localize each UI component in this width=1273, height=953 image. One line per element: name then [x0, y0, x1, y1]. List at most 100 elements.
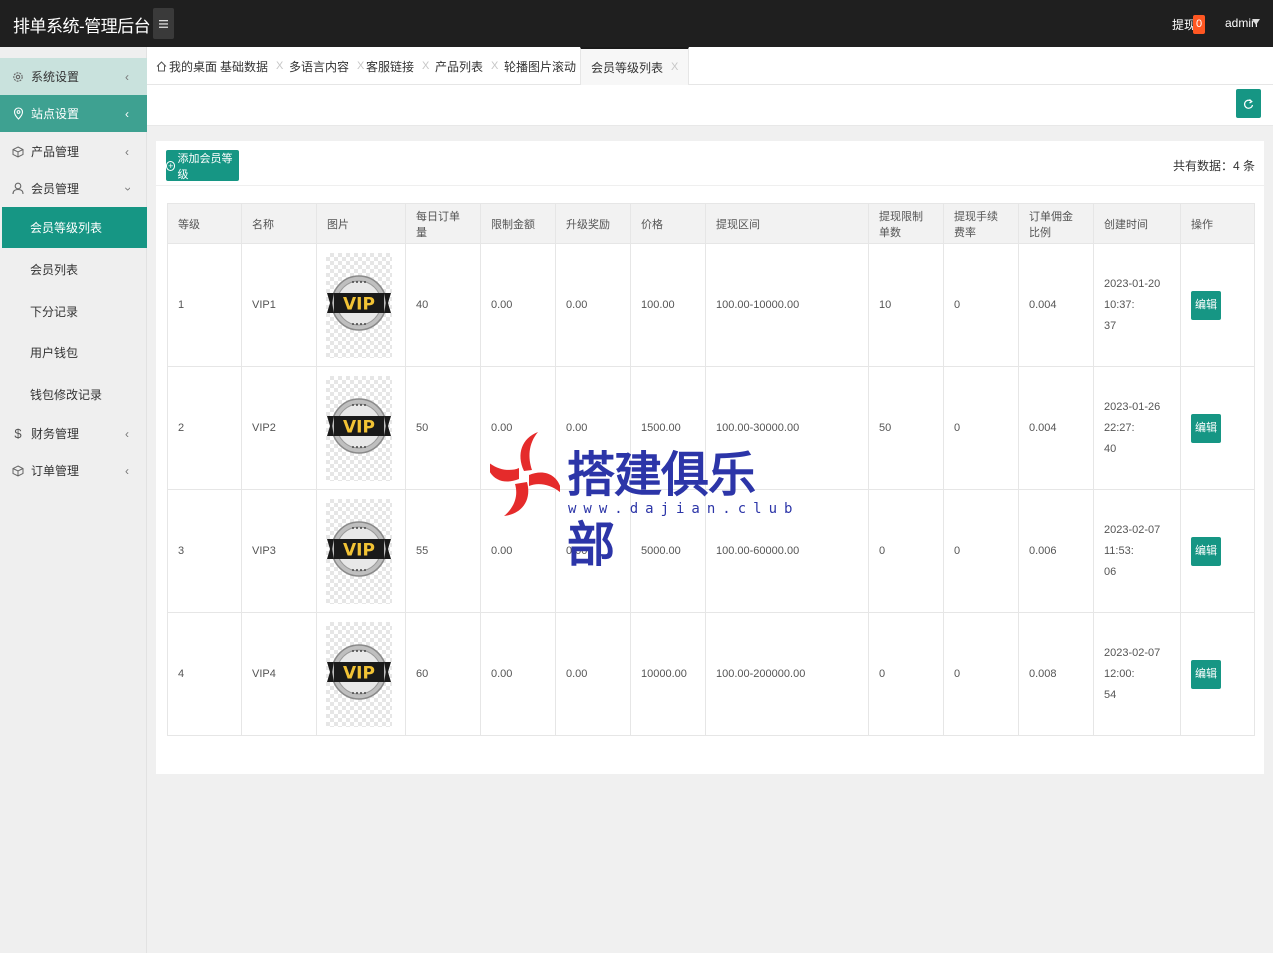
sidebar-item-finance-management[interactable]: $ 财务管理 ‹ [0, 415, 147, 452]
tab-carousel-images[interactable]: 轮播图片滚动X [504, 47, 591, 85]
withdraw-count-badge: 0 [1193, 15, 1205, 34]
cell-upgrade-reward: 0.00 [555, 243, 631, 367]
cell-withdraw-fee-rate: 0 [943, 612, 1019, 736]
vip-image: VIP [326, 498, 392, 604]
cell-image: VIP [316, 243, 406, 367]
dollar-icon: $ [14, 426, 22, 441]
vip-image: VIP [326, 252, 392, 358]
vip-image: VIP [326, 375, 392, 481]
cell-name: VIP2 [241, 366, 317, 490]
cell-daily-orders: 40 [405, 243, 481, 367]
tab-label: 轮播图片滚动 [504, 59, 577, 74]
tab-label: 基础数据 [220, 59, 269, 74]
column-header: 等级 [167, 203, 242, 244]
cube-icon [11, 464, 25, 478]
cell-image: VIP [316, 612, 406, 736]
close-icon[interactable]: X [357, 60, 364, 72]
table-row: 1 VIP1 VIP 40 0.00 0.00 100.00 100.00-10000.00 1… [167, 243, 1255, 367]
cell-name: VIP4 [241, 612, 317, 736]
created-time-line: 40 [1104, 442, 1117, 455]
edit-button[interactable]: 编辑 [1191, 536, 1221, 566]
menu-toggle-button[interactable] [153, 8, 174, 39]
sidebar-subitem-member-level-list[interactable]: 会员等级列表 [2, 207, 147, 248]
cell-withdraw-fee-rate: 0 [943, 489, 1019, 613]
column-header: 图片 [316, 203, 406, 244]
tab-service-links[interactable]: 客服链接 X [366, 47, 429, 85]
sidebar-item-system-settings[interactable]: 系统设置 ‹ [0, 58, 147, 95]
cell-daily-orders: 50 [405, 366, 481, 490]
watermark: 搭建俱乐部 www.dajian.club [490, 428, 792, 573]
edit-button[interactable]: 编辑 [1191, 659, 1221, 689]
vip-badge-icon: VIP [327, 397, 391, 454]
cell-level: 2 [167, 366, 242, 490]
sidebar-item-label: 会员管理 [31, 182, 80, 196]
close-icon[interactable]: X [422, 60, 429, 72]
tab-label: 客服链接 [366, 59, 415, 74]
close-icon[interactable]: X [671, 61, 678, 73]
sidebar-subitem-label: 会员列表 [30, 263, 79, 277]
cell-withdraw-limit-count: 0 [868, 489, 944, 613]
user-icon [11, 182, 25, 196]
sidebar-subitem-label: 钱包修改记录 [30, 388, 103, 402]
tab-basic-data[interactable]: 基础数据 X [220, 47, 283, 85]
tab-member-level-list[interactable]: 会员等级列表 X [580, 47, 690, 85]
sidebar: 系统设置 ‹ 站点设置 ‹ 产品管理 ‹ 会员管理 ‹ 会员等级列表 会员列表 … [0, 47, 147, 953]
add-member-level-button[interactable]: + 添加会员等级 [166, 150, 239, 181]
sidebar-subitem-label: 用户钱包 [30, 346, 79, 360]
location-icon [11, 107, 25, 121]
edit-button[interactable]: 编辑 [1191, 290, 1221, 320]
vip-image: VIP [326, 621, 392, 727]
tab-product-list[interactable]: 产品列表 X [435, 47, 498, 85]
tab-my-desktop[interactable]: 我的桌面 [156, 47, 217, 85]
cell-commission-rate: 0.004 [1018, 243, 1094, 367]
tab-label: 产品列表 [435, 59, 484, 74]
chevron-left-icon: ‹ [125, 426, 129, 441]
tab-label: 会员等级列表 [591, 60, 664, 75]
vip-badge-text: VIP [343, 417, 375, 437]
chevron-down-icon: ‹ [120, 186, 134, 191]
table-row: 4 VIP4 VIP 60 0.00 0.00 10000.00 100.00-200000.… [167, 612, 1255, 736]
column-header: 价格 [630, 203, 706, 244]
cell-withdraw-range: 100.00-10000.00 [705, 243, 869, 367]
cell-commission-rate: 0.006 [1018, 489, 1094, 613]
hamburger-icon [159, 19, 168, 28]
app-title: 排单系统-管理后台 [13, 17, 151, 36]
cell-actions: 编辑 [1180, 366, 1255, 490]
sidebar-item-member-management[interactable]: 会员管理 ‹ [0, 170, 147, 207]
caret-down-icon[interactable] [1252, 19, 1260, 25]
column-header: 限制金额 [480, 203, 556, 244]
sidebar-subitem-wallet-change-records[interactable]: 钱包修改记录 [0, 374, 147, 415]
page-toolbar [147, 85, 1273, 126]
cell-actions: 编辑 [1180, 489, 1255, 613]
cell-image: VIP [316, 489, 406, 613]
sidebar-item-site-settings[interactable]: 站点设置 ‹ [0, 95, 147, 132]
cell-actions: 编辑 [1180, 243, 1255, 367]
vip-badge-text: VIP [343, 294, 375, 314]
close-icon[interactable]: X [276, 60, 283, 72]
add-button-label: 添加会员等级 [177, 152, 233, 181]
cell-created-time: 2023-02-07 11:53: 06 [1093, 489, 1181, 613]
column-header: 提现限制单数 [868, 203, 944, 244]
created-time-line: 2023-01-20 10:37: [1104, 277, 1161, 311]
vip-badge-icon: VIP [327, 520, 391, 577]
tab-label: 多语言内容 [289, 59, 350, 74]
tab-multilingual-content[interactable]: 多语言内容 X [289, 47, 364, 85]
cell-daily-orders: 60 [405, 612, 481, 736]
column-header: 提现区间 [705, 203, 869, 244]
sidebar-item-product-management[interactable]: 产品管理 ‹ [0, 133, 147, 170]
cell-commission-rate: 0.008 [1018, 612, 1094, 736]
sidebar-subitem-deduction-records[interactable]: 下分记录 [0, 291, 147, 332]
created-time-line: 2023-02-07 12:00: [1104, 646, 1161, 680]
cell-created-time: 2023-02-07 12:00: 54 [1093, 612, 1181, 736]
close-icon[interactable]: X [491, 60, 498, 72]
refresh-button[interactable] [1236, 89, 1261, 118]
cell-price: 100.00 [630, 243, 706, 367]
created-time-line: 54 [1104, 688, 1117, 701]
cube-icon [11, 145, 25, 159]
edit-button[interactable]: 编辑 [1191, 413, 1221, 443]
sidebar-subitem-member-list[interactable]: 会员列表 [0, 249, 147, 290]
tab-bar: 我的桌面 基础数据X 多语言内容X 客服链接X 产品列表X 轮播图片滚动X 会员… [147, 47, 1273, 85]
column-header: 提现手续费率 [943, 203, 1019, 244]
sidebar-subitem-user-wallet[interactable]: 用户钱包 [0, 332, 147, 373]
sidebar-item-order-management[interactable]: 订单管理 ‹ [0, 452, 147, 489]
